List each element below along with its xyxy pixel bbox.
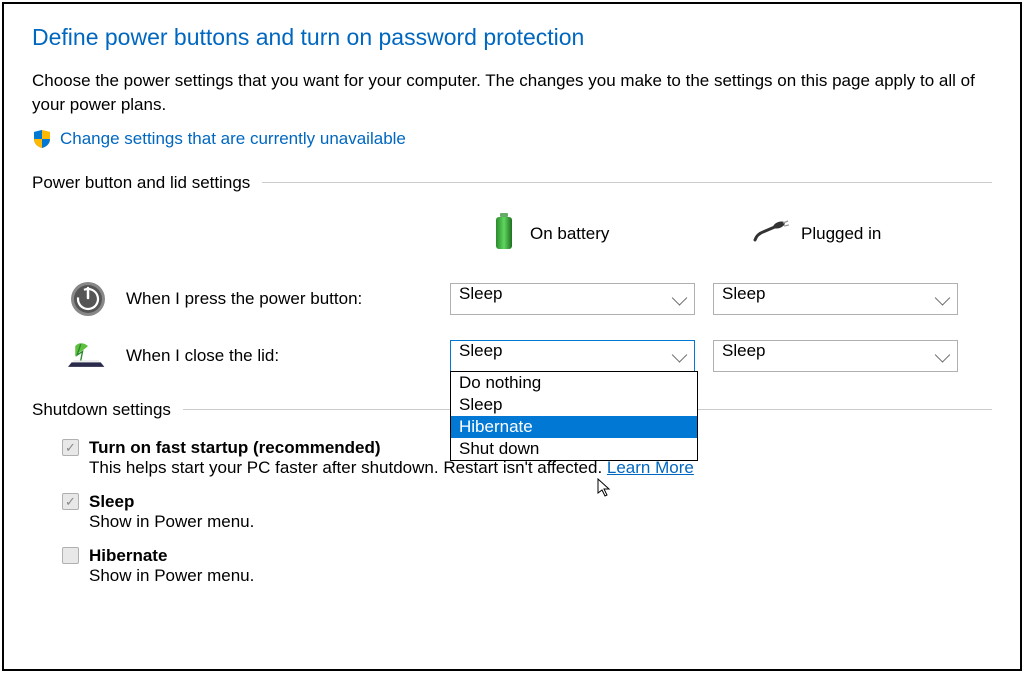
row-label-power-button: When I press the power button: — [32, 280, 432, 318]
battery-icon — [490, 211, 518, 258]
power-lid-grid: On battery Plugged in — [32, 211, 992, 372]
plug-icon — [753, 220, 789, 249]
laptop-lid-icon — [68, 341, 108, 371]
hibernate-checkbox[interactable] — [62, 547, 79, 564]
close-lid-battery-dropdown: Do nothing Sleep Hibernate Shut down — [450, 371, 698, 461]
row-label-close-lid: When I close the lid: — [32, 341, 432, 371]
sleep-checkbox[interactable] — [62, 493, 79, 510]
power-button-battery-select[interactable]: Sleep — [450, 283, 695, 315]
dropdown-option[interactable]: Shut down — [451, 438, 697, 460]
page-title: Define power buttons and turn on passwor… — [32, 24, 992, 51]
dropdown-option[interactable]: Hibernate — [451, 416, 697, 438]
column-header-plugged: Plugged in — [713, 220, 958, 249]
close-lid-plugged-select[interactable]: Sleep — [713, 340, 958, 372]
power-button-plugged-select[interactable]: Sleep — [713, 283, 958, 315]
page-description: Choose the power settings that you want … — [32, 69, 992, 117]
setting-sleep: Sleep Show in Power menu. — [32, 492, 992, 532]
setting-hibernate: Hibernate Show in Power menu. — [32, 546, 992, 586]
dropdown-option[interactable]: Do nothing — [451, 372, 697, 394]
fast-startup-checkbox[interactable] — [62, 439, 79, 456]
change-settings-row: Change settings that are currently unava… — [32, 129, 992, 149]
uac-shield-icon — [32, 129, 52, 149]
change-settings-link[interactable]: Change settings that are currently unava… — [60, 129, 406, 149]
column-header-battery: On battery — [450, 211, 695, 258]
dropdown-option[interactable]: Sleep — [451, 394, 697, 416]
power-button-icon — [68, 280, 108, 318]
section-header-buttons-lid: Power button and lid settings — [32, 173, 992, 193]
close-lid-battery-select[interactable]: Sleep Do nothing Sleep Hibernate Shut do… — [450, 340, 695, 372]
power-options-window: Define power buttons and turn on passwor… — [2, 2, 1022, 671]
